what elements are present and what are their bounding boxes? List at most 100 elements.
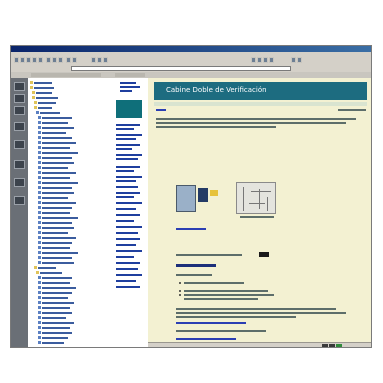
tree-item[interactable] [38, 326, 70, 329]
tree-item[interactable] [38, 141, 76, 144]
address-input[interactable] [71, 66, 291, 71]
tree-item[interactable] [38, 256, 72, 259]
nav-link[interactable] [116, 262, 140, 264]
tree-item[interactable] [38, 316, 66, 319]
nav-link[interactable] [116, 232, 138, 234]
toolbar-button[interactable] [291, 57, 296, 63]
nav-link[interactable] [116, 138, 136, 140]
tool-icon[interactable] [14, 106, 25, 115]
tool-icon[interactable] [14, 140, 25, 149]
tree-item[interactable] [30, 86, 54, 89]
tree-item[interactable] [38, 321, 74, 324]
tree-item[interactable] [36, 111, 60, 114]
tree-item[interactable] [38, 241, 72, 244]
tree-item[interactable] [36, 271, 62, 274]
nav-link[interactable] [116, 166, 140, 168]
tree-item[interactable] [38, 116, 72, 119]
nav-pane-header[interactable] [115, 73, 145, 77]
tool-icon[interactable] [14, 94, 25, 103]
action-button[interactable] [259, 252, 269, 257]
nav-link[interactable] [120, 82, 136, 84]
back-icon[interactable] [14, 57, 19, 63]
nav-link[interactable] [116, 280, 136, 282]
nav-link[interactable] [116, 256, 134, 258]
diagram-image[interactable] [236, 182, 276, 214]
toolbar-button[interactable] [297, 57, 302, 63]
tree-item[interactable] [38, 236, 76, 239]
nav-link[interactable] [116, 220, 134, 222]
nav-link[interactable] [116, 180, 136, 182]
tree-item[interactable] [38, 156, 72, 159]
tree-item[interactable] [38, 186, 72, 189]
tree-item[interactable] [38, 311, 72, 314]
tree-item[interactable] [38, 276, 72, 279]
tree-item[interactable] [38, 196, 68, 199]
toolbar-button[interactable] [263, 57, 268, 63]
tree-item[interactable] [38, 336, 68, 339]
nav-link[interactable] [116, 186, 138, 188]
edit-icon[interactable] [72, 57, 77, 63]
tree-item[interactable] [38, 291, 72, 294]
tree-item[interactable] [38, 246, 70, 249]
tree-item[interactable] [38, 296, 68, 299]
tool-icon[interactable] [14, 160, 25, 169]
content-link[interactable] [176, 228, 206, 230]
nav-link[interactable] [116, 134, 142, 136]
content-link[interactable] [156, 109, 166, 111]
tool-icon[interactable] [14, 122, 25, 131]
nav-link[interactable] [116, 170, 134, 172]
tree-item[interactable] [38, 161, 74, 164]
toolbar-button[interactable] [251, 57, 256, 63]
nav-link[interactable] [116, 128, 134, 130]
tree-item[interactable] [38, 261, 74, 264]
tree-item[interactable] [32, 96, 58, 99]
tree-item[interactable] [38, 151, 78, 154]
nav-link[interactable] [116, 274, 142, 276]
tree-item[interactable] [30, 81, 52, 84]
nav-link[interactable] [116, 192, 140, 194]
print-icon[interactable] [66, 57, 71, 63]
tree-item[interactable] [38, 226, 74, 229]
tree-item[interactable] [38, 176, 70, 179]
tree-item[interactable] [38, 136, 72, 139]
nav-link[interactable] [116, 250, 142, 252]
tree-item[interactable] [38, 331, 72, 334]
nav-link[interactable] [116, 176, 142, 178]
tree-item[interactable] [38, 216, 78, 219]
nav-link[interactable] [116, 154, 142, 156]
nav-link[interactable] [116, 208, 136, 210]
tree-item[interactable] [38, 146, 70, 149]
search-icon[interactable] [46, 57, 51, 63]
nav-link[interactable] [116, 124, 140, 126]
toolbar-button[interactable] [97, 57, 102, 63]
favorites-icon[interactable] [52, 57, 57, 63]
nav-link[interactable] [116, 144, 140, 146]
tree-item[interactable] [34, 101, 56, 104]
stop-icon[interactable] [26, 57, 31, 63]
tree-item[interactable] [38, 166, 68, 169]
history-icon[interactable] [58, 57, 63, 63]
tree-item[interactable] [38, 281, 70, 284]
toolbar-button[interactable] [103, 57, 108, 63]
tree-item[interactable] [38, 121, 68, 124]
nav-link[interactable] [120, 86, 140, 88]
tree-item[interactable] [38, 221, 72, 224]
content-link[interactable] [176, 338, 236, 340]
tree-pane-header[interactable] [31, 73, 101, 77]
nav-link[interactable] [116, 196, 134, 198]
tree-item[interactable] [38, 201, 76, 204]
tree-item[interactable] [38, 126, 74, 129]
nav-link[interactable] [116, 244, 136, 246]
nav-link[interactable] [116, 148, 132, 150]
tree-item[interactable] [38, 231, 68, 234]
tool-icon[interactable] [14, 82, 25, 91]
tree-item[interactable] [38, 286, 76, 289]
product-photo[interactable] [176, 185, 196, 212]
tool-icon[interactable] [14, 196, 25, 205]
tree-item[interactable] [38, 191, 74, 194]
tool-icon[interactable] [14, 178, 25, 187]
forward-icon[interactable] [20, 57, 25, 63]
tree-item[interactable] [38, 171, 76, 174]
nav-link[interactable] [120, 90, 132, 92]
content-link[interactable] [176, 322, 246, 324]
